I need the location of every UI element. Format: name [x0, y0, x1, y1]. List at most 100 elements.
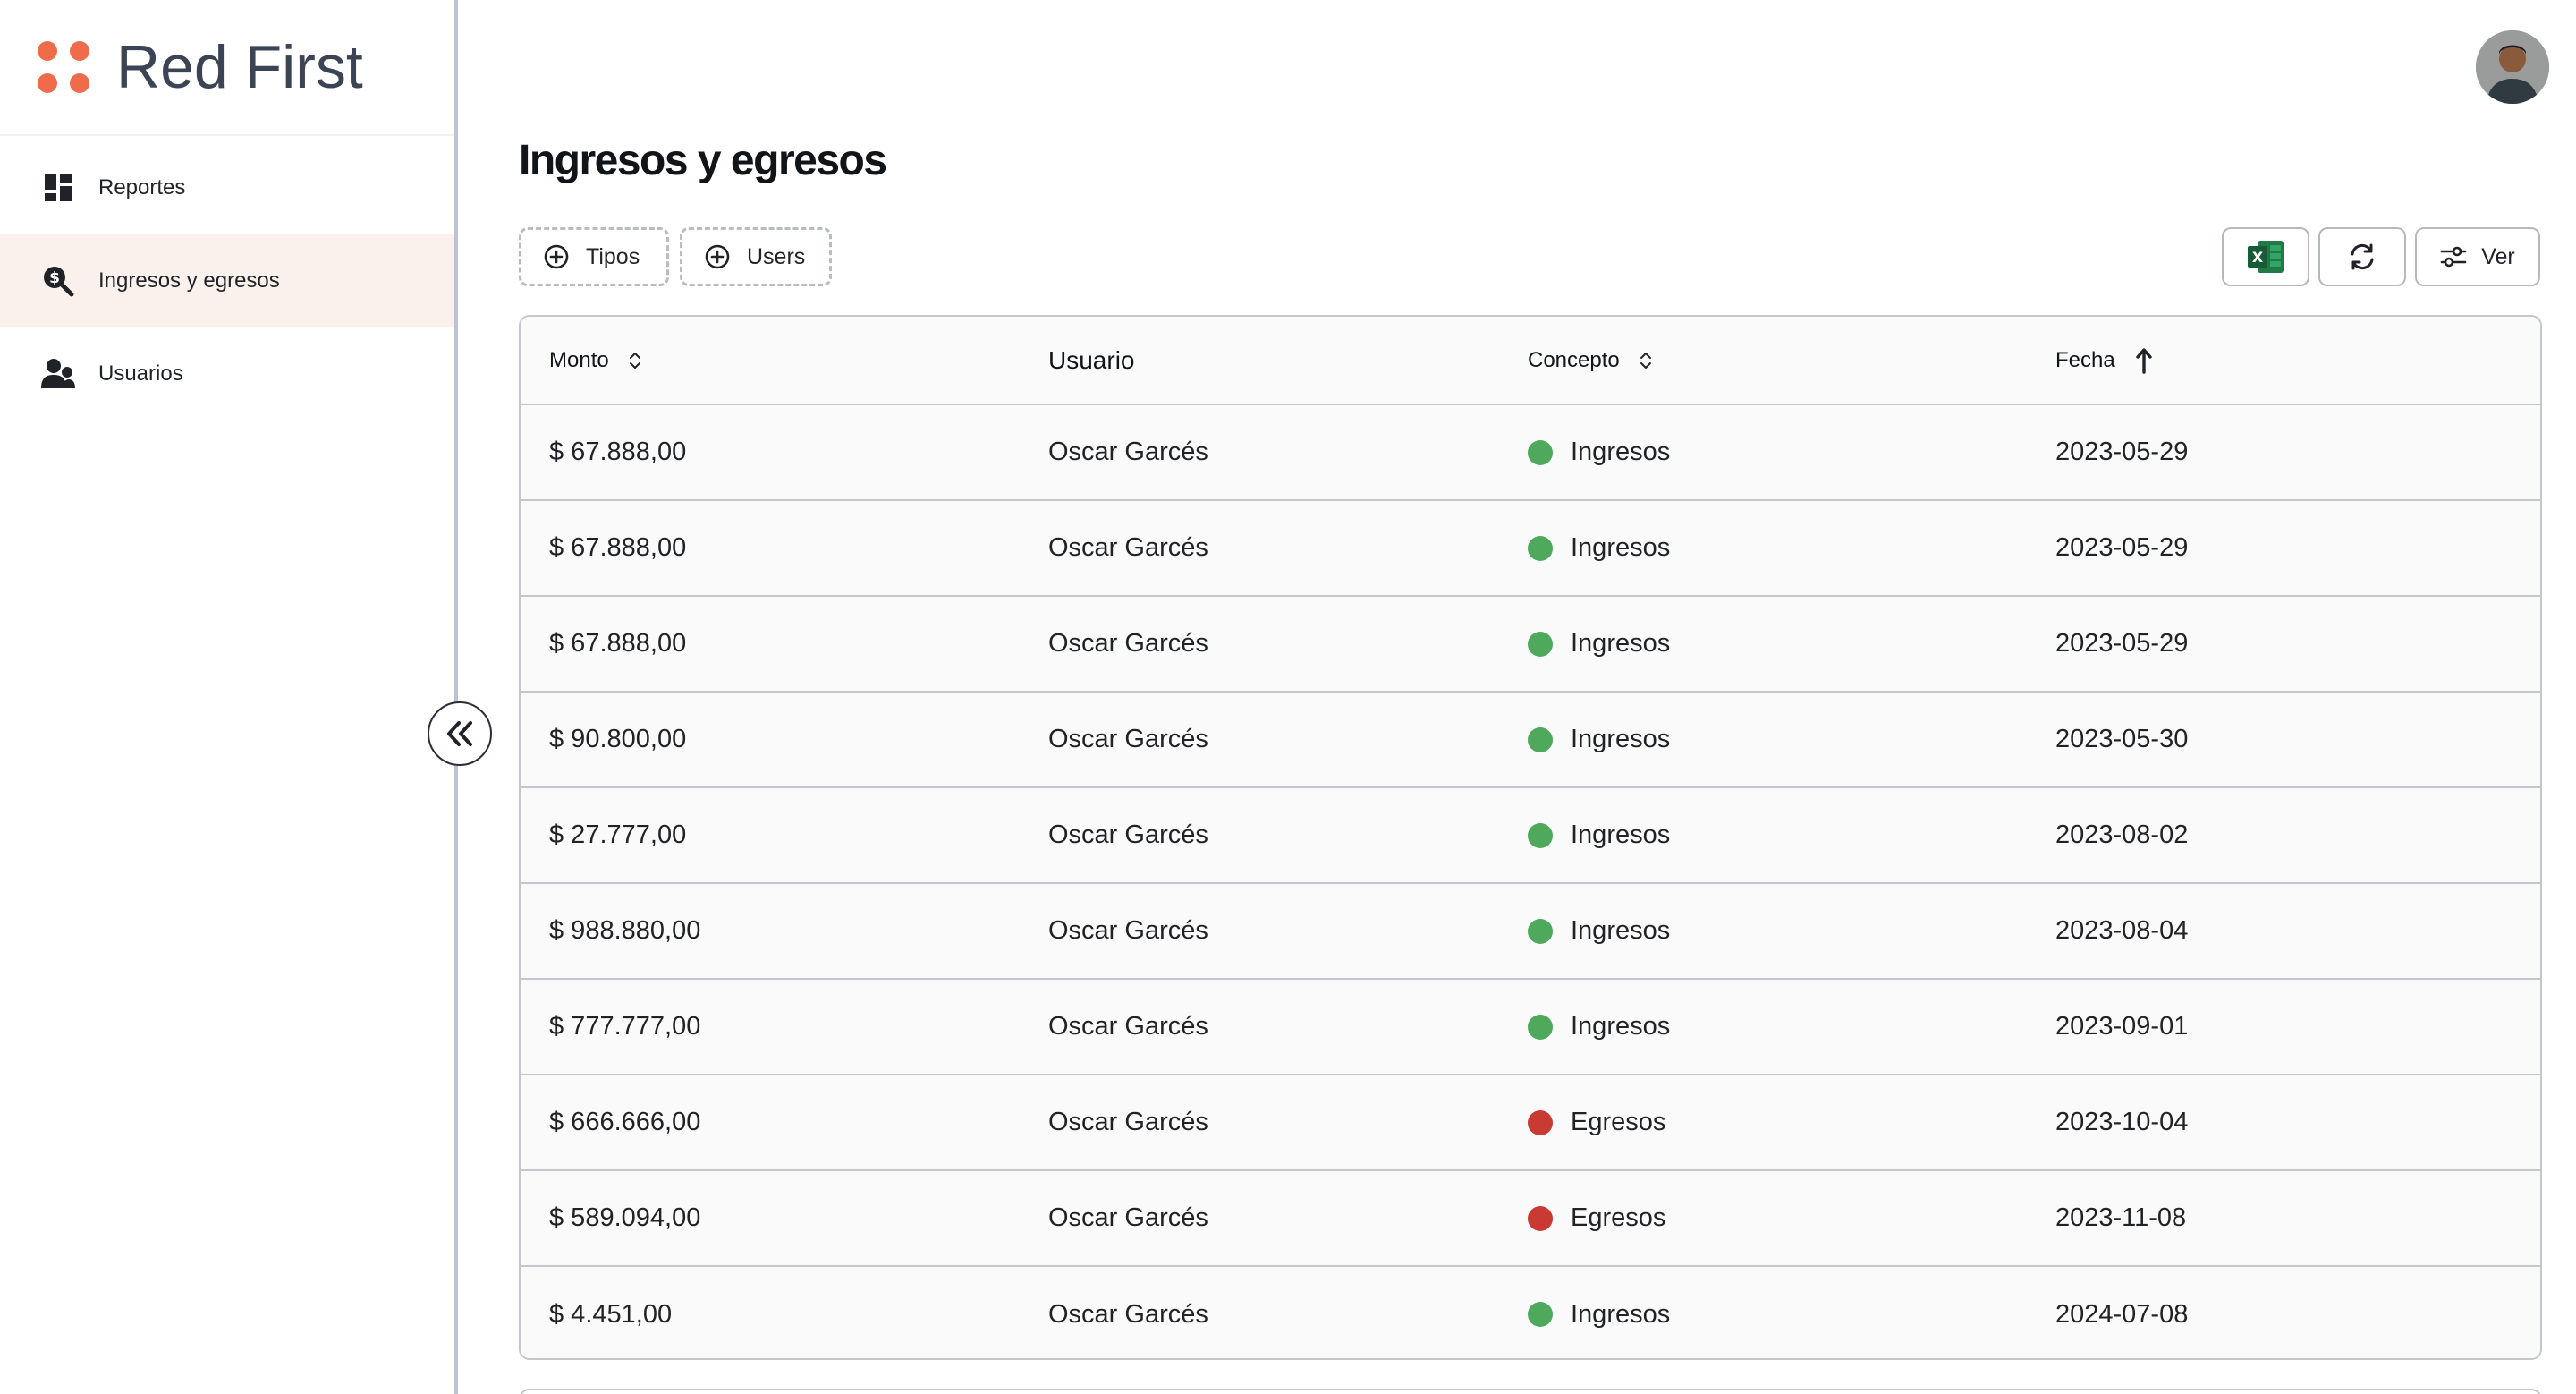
excel-icon: X [2248, 241, 2284, 273]
cell-concepto: Egresos [1528, 1170, 2055, 1267]
user-avatar[interactable] [2476, 30, 2549, 104]
concepto-label: Ingresos [1571, 1299, 1671, 1329]
filter-tipos-label: Tipos [586, 243, 640, 269]
cell-concepto: Ingresos [1528, 692, 2055, 788]
cell-usuario: Oscar Garcés [1048, 692, 1528, 788]
table-row[interactable]: $ 666.666,00 Oscar Garcés Egresos 2023-10-0… [521, 1075, 2540, 1171]
table-row[interactable]: $ 4.451,00 Oscar Garcés Ingresos 2024-07-08 [521, 1266, 2540, 1358]
cell-monto: $ 777.777,00 [521, 979, 1048, 1075]
sidebar-item-ingresos-egresos[interactable]: $ Ingresos y egresos [0, 234, 454, 327]
cell-fecha: 2023-05-29 [2055, 500, 2540, 597]
table-row[interactable]: $ 67.888,00 Oscar Garcés Ingresos 2023-05-2… [521, 500, 2540, 597]
filter-users-button[interactable]: Users [680, 227, 832, 286]
concepto-label: Ingresos [1571, 533, 1671, 562]
main-content: Ingresos y egresos Tipos Users X Ver Mon… [462, 0, 2576, 1394]
cell-usuario: Oscar Garcés [1048, 1299, 1208, 1329]
cell-fecha: 2023-05-29 [2055, 596, 2540, 693]
cell-concepto: Ingresos [1528, 1266, 2055, 1358]
refresh-button[interactable] [2318, 227, 2406, 286]
cell-usuario: Oscar Garcés [1048, 404, 1528, 501]
concepto-label: Ingresos [1571, 820, 1671, 849]
sidebar-item-label: Ingresos y egresos [98, 268, 280, 293]
cell-monto: $ 90.800,00 [521, 692, 1048, 788]
cell-fecha: 2023-08-04 [2055, 883, 2540, 980]
status-dot-icon [1528, 1014, 1553, 1040]
cell-usuario: Oscar Garcés [1048, 883, 1528, 980]
view-options-button[interactable]: Ver [2415, 227, 2540, 286]
cell-concepto: Ingresos [1528, 979, 2055, 1075]
column-label: Monto [549, 347, 609, 372]
cell-usuario: Oscar Garcés [1048, 596, 1528, 693]
column-header-fecha[interactable]: Fecha [2055, 317, 2540, 405]
brand-logo[interactable]: Red First [0, 0, 454, 136]
column-header-usuario: Usuario [1048, 317, 1528, 405]
concepto-label: Egresos [1571, 1108, 1666, 1136]
money-search-icon: $ [41, 264, 75, 298]
table-row[interactable]: $ 90.800,00 Oscar Garcés Ingresos 2023-05-3… [521, 692, 2540, 788]
collapse-sidebar-button[interactable] [428, 701, 492, 766]
status-dot-icon [1528, 1302, 1553, 1327]
cell-concepto: Ingresos [1528, 500, 2055, 597]
cell-concepto: Ingresos [1528, 883, 2055, 980]
brand-name: Red First [116, 33, 363, 101]
svg-text:X: X [2252, 249, 2264, 266]
cell-fecha: 2023-08-02 [2055, 787, 2540, 884]
cell-monto: $ 67.888,00 [521, 596, 1048, 693]
cell-fecha: 2023-05-30 [2055, 692, 2540, 788]
transactions-table: Monto Usuario Concepto Fecha $ 67.888,00… [519, 315, 2542, 1360]
sliders-icon [2440, 246, 2467, 268]
filter-users-label: Users [747, 243, 806, 269]
status-dot-icon [1528, 822, 1553, 848]
status-dot-icon [1528, 439, 1553, 465]
cell-monto: $ 67.888,00 [521, 404, 1048, 501]
table-row[interactable]: $ 777.777,00 Oscar Garcés Ingresos 2023-09-… [521, 979, 2540, 1075]
view-options-label: Ver [2481, 243, 2515, 269]
export-excel-button[interactable]: X [2222, 227, 2309, 286]
table-row[interactable]: $ 27.777,00 Oscar Garcés Ingresos 2023-08-0… [521, 787, 2540, 884]
concepto-label: Ingresos [1571, 629, 1671, 658]
logo-dots-icon [38, 41, 89, 93]
sort-icon [629, 352, 640, 369]
sidebar-item-label: Usuarios [98, 361, 183, 386]
table-row[interactable]: $ 589.094,00 Oscar Garcés Egresos 2023-11-0… [521, 1170, 2540, 1267]
column-label: Concepto [1528, 347, 1620, 372]
cell-usuario: Oscar Garcés [1048, 500, 1528, 597]
status-dot-icon [1528, 1205, 1553, 1231]
sort-icon [1640, 352, 1651, 369]
cell-concepto: Ingresos [1528, 596, 2055, 693]
cell-concepto: Ingresos [1528, 787, 2055, 884]
cell-fecha: 2023-09-01 [2055, 979, 2540, 1075]
arrow-up-icon [2136, 347, 2152, 374]
column-header-monto[interactable]: Monto [521, 317, 1048, 405]
concepto-label: Ingresos [1571, 1012, 1671, 1041]
cell-monto: $ 666.666,00 [521, 1075, 1048, 1171]
sidebar-nav: Reportes $ Ingresos y egresos Usuarios [0, 141, 454, 421]
cell-monto: $ 988.880,00 [521, 883, 1048, 980]
pagination-panel [519, 1389, 2542, 1394]
status-dot-icon [1528, 727, 1553, 752]
concepto-label: Ingresos [1571, 725, 1671, 753]
filter-tipos-button[interactable]: Tipos [519, 227, 669, 286]
cell-fecha: 2023-11-08 [2055, 1170, 2540, 1267]
column-header-concepto[interactable]: Concepto [1528, 317, 2055, 405]
concepto-label: Ingresos [1571, 438, 1671, 466]
cell-fecha: 2023-05-29 [2055, 404, 2540, 501]
sidebar-item-usuarios[interactable]: Usuarios [0, 327, 454, 421]
cell-monto: $ 589.094,00 [521, 1170, 1048, 1267]
sidebar-item-reportes[interactable]: Reportes [0, 141, 454, 234]
plus-circle-icon [544, 244, 569, 269]
cell-fecha: 2023-10-04 [2055, 1075, 2540, 1171]
cell-fecha: 2024-07-08 [2055, 1299, 2189, 1329]
cell-monto: $ 27.777,00 [521, 787, 1048, 884]
refresh-icon [2351, 243, 2374, 270]
cell-usuario: Oscar Garcés [1048, 979, 1528, 1075]
table-row[interactable]: $ 67.888,00 Oscar Garcés Ingresos 2023-05-2… [521, 404, 2540, 501]
status-dot-icon [1528, 631, 1553, 657]
plus-circle-icon [705, 244, 730, 269]
column-label: Usuario [1048, 345, 1135, 374]
table-row[interactable]: $ 67.888,00 Oscar Garcés Ingresos 2023-05-2… [521, 596, 2540, 693]
table-row[interactable]: $ 988.880,00 Oscar Garcés Ingresos 2023-08-… [521, 883, 2540, 980]
concepto-label: Egresos [1571, 1203, 1666, 1232]
users-icon [41, 357, 75, 391]
page-title: Ingresos y egresos [519, 137, 887, 184]
